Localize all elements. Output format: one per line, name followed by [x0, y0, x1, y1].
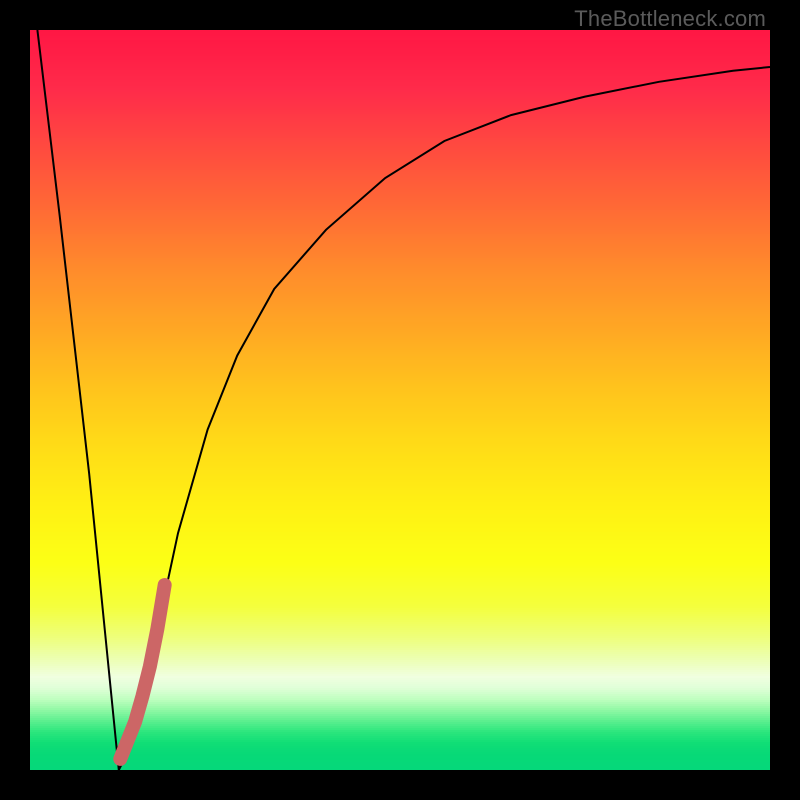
plot-area [30, 30, 770, 770]
curve-overlay [30, 30, 770, 770]
watermark-text: TheBottleneck.com [574, 6, 766, 32]
highlight-segment [120, 585, 164, 759]
chart-frame: TheBottleneck.com [0, 0, 800, 800]
